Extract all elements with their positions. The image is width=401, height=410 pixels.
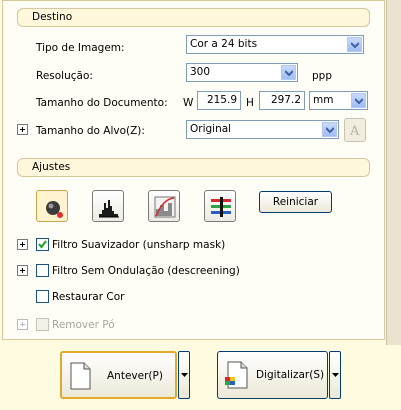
font-letter-icon: A (349, 124, 360, 138)
document-icon (70, 362, 91, 390)
target-size-text-button[interactable]: A (344, 118, 366, 142)
destination-header-text: Destino (32, 11, 73, 23)
scan-document-icon (225, 361, 248, 389)
adjustments-section-header: Ajustes (17, 158, 370, 177)
scan-label: Digitalizar(S) (256, 369, 325, 381)
descreening-expand-icon[interactable] (17, 265, 28, 276)
width-input[interactable]: 215.9 (197, 91, 241, 110)
dust-removal-expand-icon (17, 319, 28, 330)
preview-button[interactable]: Antever(P) (60, 351, 177, 399)
restore-color-label: Restaurar Cor (52, 291, 125, 303)
target-size-value: Original (190, 123, 232, 135)
unsharp-mask-checkbox[interactable] (36, 238, 49, 251)
preview-dropdown-button[interactable] (178, 351, 190, 399)
adjustments-header-text: Ajustes (32, 161, 71, 173)
svg-text:A: A (349, 124, 360, 138)
unit-value: mm (313, 94, 334, 106)
chevron-down-icon (281, 65, 296, 80)
scan-button[interactable]: Digitalizar(S) (217, 351, 328, 399)
resolution-value: 300 (190, 66, 211, 78)
chevron-down-icon (351, 93, 366, 108)
dust-removal-checkbox (36, 318, 49, 331)
auto-exposure-button[interactable] (36, 190, 68, 222)
chevron-down-icon (347, 37, 362, 52)
image-type-select[interactable]: Cor a 24 bits (186, 35, 364, 54)
preview-label: Antever(P) (107, 370, 163, 382)
height-input[interactable]: 297.2 (259, 91, 305, 110)
target-size-select[interactable]: Original (186, 120, 339, 139)
image-type-value: Cor a 24 bits (190, 38, 258, 50)
color-balance-icon (211, 197, 231, 217)
unsharp-mask-label: Filtro Suavizador (unsharp mask) (52, 239, 226, 251)
height-label: H (246, 97, 254, 109)
color-palette-button[interactable] (204, 190, 236, 222)
resolution-label: Resolução: (36, 70, 93, 82)
tone-curve-icon (154, 196, 176, 218)
chevron-down-icon (332, 373, 339, 377)
histogram-button[interactable] (92, 190, 124, 222)
auto-exposure-icon (46, 201, 63, 218)
target-size-expand-icon[interactable] (17, 124, 28, 135)
destination-section-header: Destino (17, 8, 370, 27)
document-size-label: Tamanho do Documento: (36, 97, 168, 109)
image-type-label: Tipo de Imagem: (36, 42, 125, 54)
checkmark-icon (38, 240, 47, 249)
unsharp-mask-expand-icon[interactable] (17, 239, 28, 250)
reset-button[interactable]: Reiniciar (259, 191, 332, 213)
resolution-unit: ppp (312, 70, 332, 82)
unit-select[interactable]: mm (309, 91, 368, 110)
dust-removal-label: Remover Pó (52, 319, 115, 331)
chevron-down-icon (322, 122, 337, 137)
resolution-select[interactable]: 300 (186, 63, 298, 82)
scan-dropdown-button[interactable] (329, 351, 341, 399)
histogram-icon (99, 200, 119, 218)
width-label: W (183, 97, 194, 109)
tone-curve-button[interactable] (148, 190, 180, 222)
target-size-label: Tamanho do Alvo(Z): (36, 125, 145, 137)
restore-color-checkbox[interactable] (36, 290, 49, 303)
chevron-down-icon (181, 373, 188, 377)
descreening-label: Filtro Sem Ondulação (descreening) (52, 265, 240, 277)
descreening-checkbox[interactable] (36, 264, 49, 277)
scrollbar[interactable] (386, 0, 401, 345)
